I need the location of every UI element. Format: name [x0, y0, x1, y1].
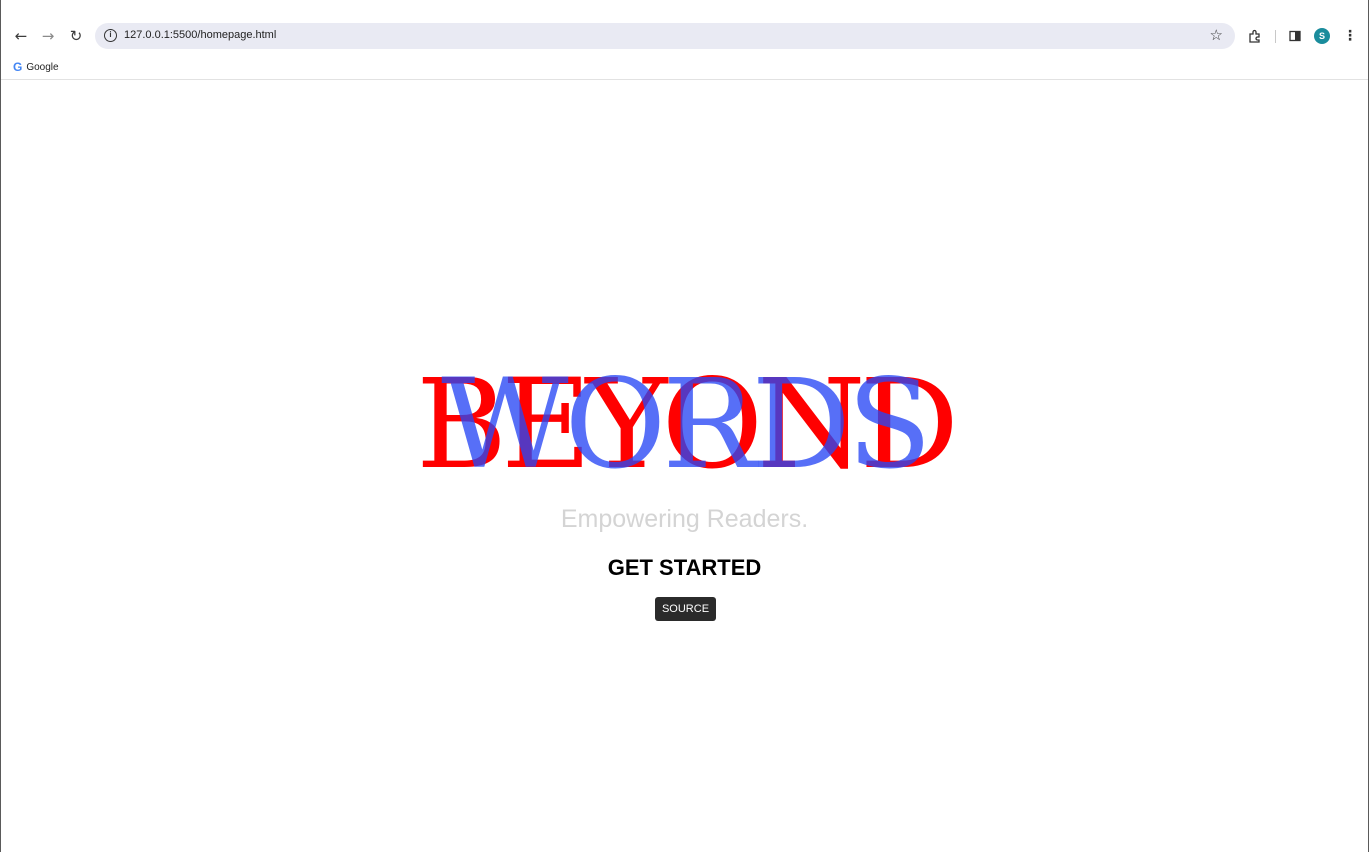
side-panel-icon[interactable] [1287, 28, 1303, 44]
menu-kebab-icon[interactable]: ⋮ [1342, 28, 1358, 44]
extensions-icon[interactable] [1247, 28, 1263, 44]
source-button[interactable]: SOURCE [655, 597, 716, 621]
reload-icon[interactable]: ↻ [64, 24, 88, 48]
tagline: Empowering Readers. [560, 505, 809, 533]
browser-window: ← → ↻ i 127.0.0.1:5500/homepage.html ☆ S… [0, 0, 1369, 852]
get-started-link[interactable]: GET STARTED [1, 555, 1368, 581]
address-bar[interactable]: i 127.0.0.1:5500/homepage.html ☆ [95, 23, 1235, 49]
bookmarks-bar: G Google [1, 56, 1368, 80]
site-info-icon[interactable]: i [104, 29, 117, 42]
bookmark-google[interactable]: G Google [13, 60, 59, 74]
url-text[interactable]: 127.0.0.1:5500/homepage.html [124, 29, 276, 41]
bookmark-star-icon[interactable]: ☆ [1210, 26, 1223, 44]
page-content: BEYOND WORDS Empowering Readers. GET STA… [1, 80, 1368, 852]
hero-word-words: WORDS [441, 353, 932, 497]
back-arrow-icon[interactable]: ← [9, 24, 33, 48]
forward-arrow-icon[interactable]: → [36, 24, 60, 48]
profile-avatar[interactable]: S [1314, 28, 1330, 44]
hero-title: BEYOND WORDS [1, 360, 1368, 490]
bookmark-label: Google [26, 61, 59, 73]
toolbar-divider [1275, 30, 1276, 43]
google-logo-icon: G [13, 60, 23, 74]
browser-toolbar: ← → ↻ i 127.0.0.1:5500/homepage.html ☆ S… [1, 0, 1368, 56]
